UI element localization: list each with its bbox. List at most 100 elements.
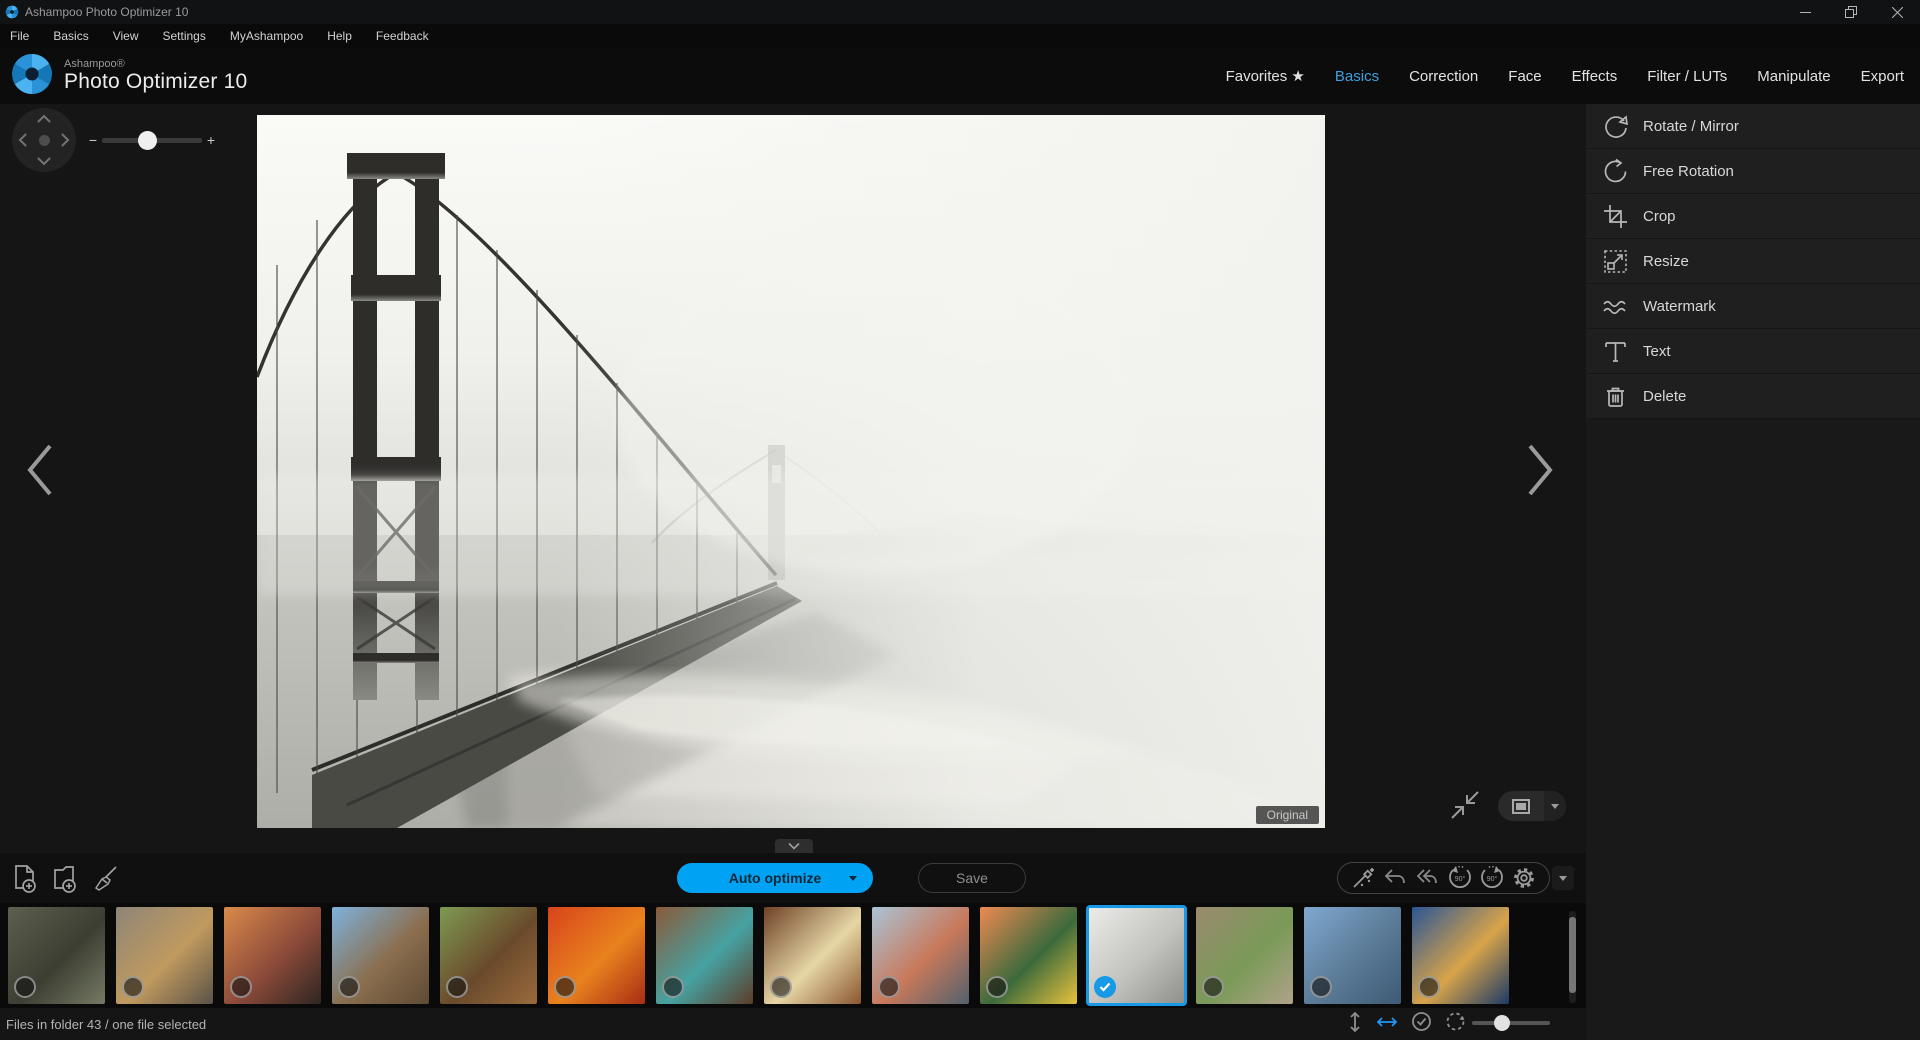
resize-icon [1602,248,1629,275]
menu-item-help[interactable]: Help [327,29,352,43]
sidebar-item-rotate-mirror[interactable]: Rotate / Mirror [1586,104,1920,149]
filmstrip-scrollbar-thumb[interactable] [1569,917,1576,993]
previous-image-button[interactable] [18,440,62,500]
quick-tools-group: 90° 90° [1337,862,1550,894]
filmstrip-thumbnail-harbor-houses-night[interactable] [1412,907,1509,1004]
menu-item-basics[interactable]: Basics [53,29,88,43]
tab-export[interactable]: Export [1861,68,1904,85]
filmstrip-thumbnail-temple-ruins[interactable] [8,907,105,1004]
clean-list-button[interactable] [88,862,122,894]
thumbnail-checkbox[interactable] [1418,976,1440,998]
thumbnail-checkbox[interactable] [770,976,792,998]
filmstrip-thumbnail-red-autumn-leaves[interactable] [548,907,645,1004]
thumbnail-checkbox[interactable] [554,976,576,998]
filmstrip-thumbnail-tree-branch-sky[interactable] [332,907,429,1004]
thumbnail-checkbox[interactable] [1202,976,1224,998]
filmstrip-thumbnail-orange-flowers[interactable] [980,907,1077,1004]
auto-optimize-button[interactable]: Auto optimize [677,863,873,893]
show-checked-icon[interactable] [1411,1011,1432,1037]
fit-width-icon[interactable] [1376,1014,1398,1035]
zoom-slider-thumb[interactable] [138,131,157,150]
thumbnail-checkbox[interactable] [338,976,360,998]
sidebar-item-text[interactable]: Text [1586,329,1920,374]
filmstrip-thumbnail-horse-paddock[interactable] [440,907,537,1004]
tab-manipulate[interactable]: Manipulate [1757,68,1830,85]
sidebar-item-free-rotation[interactable]: Free Rotation [1586,149,1920,194]
save-button[interactable]: Save [918,863,1026,893]
filmstrip-thumbnail-coastal-village[interactable] [872,907,969,1004]
tab-face[interactable]: Face [1508,68,1541,85]
svg-text:90°: 90° [1486,875,1497,883]
pan-navigation-pad[interactable] [12,108,76,172]
tab-filter-luts[interactable]: Filter / LUTs [1647,68,1727,85]
thumbnail-checkbox[interactable] [122,976,144,998]
brand: Ashampoo® Photo Optimizer 10 [0,52,247,101]
next-image-button[interactable] [1518,440,1562,500]
zoom-in-button[interactable]: + [204,132,218,148]
sidebar-item-resize[interactable]: Resize [1586,239,1920,284]
brand-large-text: Photo Optimizer 10 [64,71,247,93]
filmstrip-thumbnail-sunset-beach[interactable] [224,907,321,1004]
pan-left-icon[interactable] [18,132,28,148]
thumbnail-checkbox[interactable] [446,976,468,998]
quick-tools-dropdown[interactable] [1552,866,1574,890]
filmstrip-scrollbar[interactable] [1569,911,1576,1003]
view-mode-dropdown[interactable] [1544,791,1566,821]
bottom-toolbar: Auto optimize Save [0,853,1586,903]
zoom-slider-track[interactable] [102,138,202,143]
pan-center-dot[interactable] [39,135,50,146]
menu-item-feedback[interactable]: Feedback [376,29,429,43]
menu-item-settings[interactable]: Settings [162,29,205,43]
thumbnail-checkbox[interactable] [230,976,252,998]
settings-gear-icon[interactable] [1509,862,1539,894]
undo-icon[interactable] [1380,862,1410,894]
thumbnail-checkbox[interactable] [662,976,684,998]
fit-height-icon[interactable] [1347,1011,1363,1038]
zoom-control: − + [86,129,218,151]
menu-item-file[interactable]: File [10,29,29,43]
chevron-down-icon [788,842,800,850]
rotate-right-90-icon[interactable]: 90° [1477,862,1507,894]
fit-to-screen-icon[interactable] [1448,788,1482,822]
tab-effects[interactable]: Effects [1572,68,1618,85]
restore-button[interactable] [1828,0,1874,24]
menu-item-myashampoo[interactable]: MyAshampoo [230,29,303,43]
tab-basics[interactable]: Basics [1335,68,1379,85]
rotate-selection-icon[interactable] [1445,1011,1466,1037]
tab-favorites[interactable]: Favorites ★ [1226,67,1305,85]
filmstrip-thumbnail-mountain-lake-village[interactable] [1304,907,1401,1004]
zoom-out-button[interactable]: − [86,132,100,148]
tab-correction[interactable]: Correction [1409,68,1478,85]
collapse-panel-button[interactable] [775,839,813,853]
filmstrip-thumbnail-nuts-and-popcorn[interactable] [764,907,861,1004]
minimize-button[interactable] [1782,0,1828,24]
sidebar-item-crop[interactable]: Crop [1586,194,1920,239]
undo-all-icon[interactable] [1412,862,1442,894]
thumbnail-checkbox[interactable] [14,976,36,998]
thumbnail-size-slider-thumb[interactable] [1494,1015,1510,1031]
filmstrip-thumbnail-cat-doorway[interactable] [116,907,213,1004]
close-button[interactable] [1874,0,1920,24]
crop-icon [1602,203,1629,230]
thumbnail-checkbox[interactable] [878,976,900,998]
thumbnail-size-slider[interactable] [1472,1021,1550,1025]
filmstrip-thumbnail-marmot[interactable] [1196,907,1293,1004]
pan-down-icon[interactable] [36,156,52,166]
pan-right-icon[interactable] [60,132,70,148]
sidebar-item-delete[interactable]: Delete [1586,374,1920,419]
thumbnail-checkbox-checked[interactable] [1094,976,1116,998]
add-folder-button[interactable] [48,862,82,894]
filmstrip-thumbnail-bridge-in-fog[interactable] [1088,907,1185,1004]
thumbnail-checkbox[interactable] [986,976,1008,998]
pan-up-icon[interactable] [36,114,52,124]
add-file-button[interactable] [8,862,42,894]
magic-wand-icon[interactable] [1348,862,1378,894]
watermark-icon [1602,293,1629,320]
text-icon [1602,338,1629,365]
sidebar-item-watermark[interactable]: Watermark [1586,284,1920,329]
menu-item-view[interactable]: View [113,29,139,43]
filmstrip-thumbnail-canyon-lake[interactable] [656,907,753,1004]
thumbnail-checkbox[interactable] [1310,976,1332,998]
rotate-left-90-icon[interactable]: 90° [1445,862,1475,894]
view-mode-button[interactable] [1498,791,1566,821]
